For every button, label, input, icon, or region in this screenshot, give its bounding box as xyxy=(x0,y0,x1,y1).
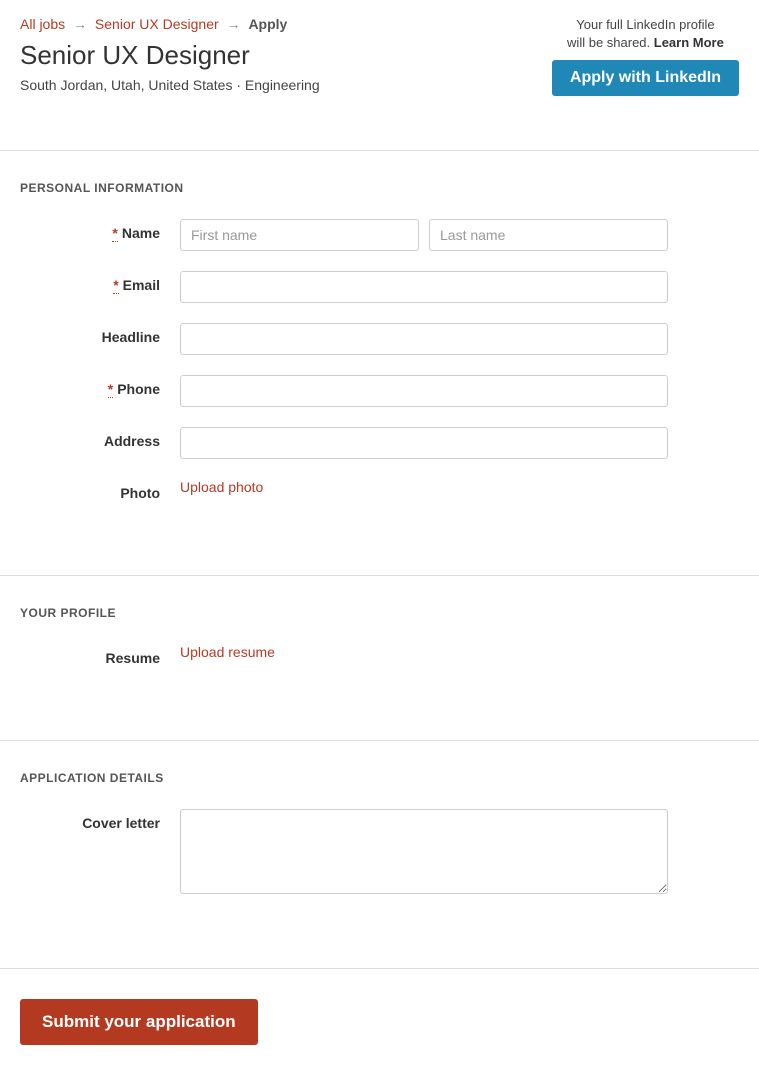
section-title-details: APPLICATION DETAILS xyxy=(20,771,739,785)
header-container: All jobs → Senior UX Designer → Apply Se… xyxy=(0,0,759,126)
email-label: *Email xyxy=(20,271,180,293)
submit-section: Submit your application xyxy=(0,969,759,1075)
headline-label: Headline xyxy=(20,323,180,345)
breadcrumb-all-jobs[interactable]: All jobs xyxy=(20,16,65,32)
page-title: Senior UX Designer xyxy=(20,40,320,71)
photo-label: Photo xyxy=(20,479,180,501)
submit-application-button[interactable]: Submit your application xyxy=(20,999,258,1045)
breadcrumb: All jobs → Senior UX Designer → Apply xyxy=(20,16,320,32)
upload-resume-link[interactable]: Upload resume xyxy=(180,644,275,660)
apply-linkedin-button[interactable]: Apply with LinkedIn xyxy=(552,60,739,96)
first-name-input[interactable] xyxy=(180,219,419,251)
email-input[interactable] xyxy=(180,271,668,303)
photo-row: Photo Upload photo xyxy=(20,479,739,501)
section-title-personal: PERSONAL INFORMATION xyxy=(20,181,739,195)
section-title-profile: YOUR PROFILE xyxy=(20,606,739,620)
resume-row: Resume Upload resume xyxy=(20,644,739,666)
breadcrumb-current: Apply xyxy=(248,16,287,32)
application-details-section: APPLICATION DETAILS Cover letter xyxy=(0,741,759,944)
headline-input[interactable] xyxy=(180,323,668,355)
linkedin-note-line2: will be shared. xyxy=(567,35,654,50)
phone-row: *Phone xyxy=(20,375,739,407)
linkedin-box: Your full LinkedIn profile will be share… xyxy=(552,16,739,96)
required-marker: * xyxy=(113,277,118,294)
resume-label: Resume xyxy=(20,644,180,666)
name-row: *Name xyxy=(20,219,739,251)
linkedin-note-line1: Your full LinkedIn profile xyxy=(576,17,714,32)
profile-section: YOUR PROFILE Resume Upload resume xyxy=(0,576,759,716)
header-left: All jobs → Senior UX Designer → Apply Se… xyxy=(20,16,320,93)
job-meta: South Jordan, Utah, United States · Engi… xyxy=(20,77,320,93)
phone-label: *Phone xyxy=(20,375,180,397)
upload-photo-link[interactable]: Upload photo xyxy=(180,479,263,495)
breadcrumb-job-link[interactable]: Senior UX Designer xyxy=(95,16,219,32)
cover-letter-label: Cover letter xyxy=(20,809,180,831)
email-row: *Email xyxy=(20,271,739,303)
last-name-input[interactable] xyxy=(429,219,668,251)
learn-more-link[interactable]: Learn More xyxy=(654,35,724,50)
address-input[interactable] xyxy=(180,427,668,459)
required-marker: * xyxy=(108,381,113,398)
breadcrumb-arrow-icon: → xyxy=(227,16,241,32)
cover-letter-textarea[interactable] xyxy=(180,809,668,894)
address-row: Address xyxy=(20,427,739,459)
address-label: Address xyxy=(20,427,180,449)
breadcrumb-arrow-icon: → xyxy=(73,16,87,32)
name-label: *Name xyxy=(20,219,180,241)
phone-input[interactable] xyxy=(180,375,668,407)
personal-info-section: PERSONAL INFORMATION *Name *Email Headli… xyxy=(0,151,759,551)
cover-letter-row: Cover letter xyxy=(20,809,739,894)
required-marker: * xyxy=(112,225,117,242)
headline-row: Headline xyxy=(20,323,739,355)
